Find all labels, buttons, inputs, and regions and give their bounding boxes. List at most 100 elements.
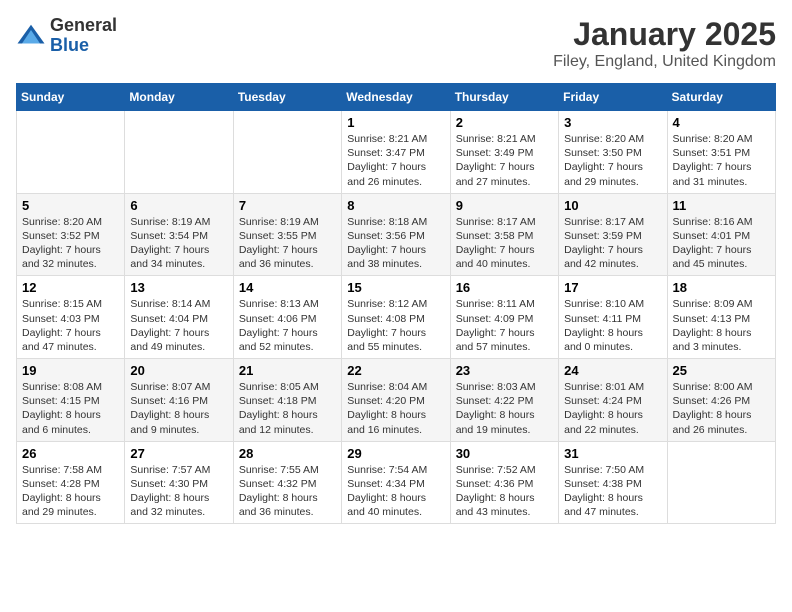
daylight-text-2: and 43 minutes.	[456, 506, 531, 518]
sunset-text: Sunset: 4:16 PM	[130, 395, 208, 407]
sunrise-text: Sunrise: 7:52 AM	[456, 464, 536, 476]
sunset-text: Sunset: 3:56 PM	[347, 230, 425, 242]
sunset-text: Sunset: 4:09 PM	[456, 313, 534, 325]
sunrise-text: Sunrise: 8:03 AM	[456, 381, 536, 393]
calendar-cell: 28Sunrise: 7:55 AMSunset: 4:32 PMDayligh…	[233, 441, 341, 524]
calendar-cell: 15Sunrise: 8:12 AMSunset: 4:08 PMDayligh…	[342, 276, 450, 359]
daylight-text-1: Daylight: 7 hours	[673, 244, 752, 256]
sunset-text: Sunset: 4:11 PM	[564, 313, 641, 325]
daylight-text-2: and 12 minutes.	[239, 424, 314, 436]
header-cell-monday: Monday	[125, 84, 233, 111]
calendar-cell: 10Sunrise: 8:17 AMSunset: 3:59 PMDayligh…	[559, 193, 667, 276]
sunset-text: Sunset: 4:24 PM	[564, 395, 642, 407]
header-cell-friday: Friday	[559, 84, 667, 111]
daylight-text-1: Daylight: 7 hours	[22, 327, 101, 339]
day-number: 14	[239, 280, 336, 295]
calendar-cell: 21Sunrise: 8:05 AMSunset: 4:18 PMDayligh…	[233, 359, 341, 442]
sunset-text: Sunset: 4:08 PM	[347, 313, 425, 325]
calendar-cell: 18Sunrise: 8:09 AMSunset: 4:13 PMDayligh…	[667, 276, 775, 359]
day-number: 25	[673, 363, 770, 378]
day-number: 28	[239, 446, 336, 461]
day-number: 18	[673, 280, 770, 295]
daylight-text-1: Daylight: 7 hours	[673, 161, 752, 173]
daylight-text-2: and 52 minutes.	[239, 341, 314, 353]
sunrise-text: Sunrise: 7:54 AM	[347, 464, 427, 476]
page-title: January 2025	[553, 16, 776, 53]
calendar-cell: 4Sunrise: 8:20 AMSunset: 3:51 PMDaylight…	[667, 111, 775, 194]
day-number: 26	[22, 446, 119, 461]
sunset-text: Sunset: 4:26 PM	[673, 395, 751, 407]
daylight-text-2: and 57 minutes.	[456, 341, 531, 353]
sunset-text: Sunset: 4:01 PM	[673, 230, 751, 242]
header-cell-tuesday: Tuesday	[233, 84, 341, 111]
sunrise-text: Sunrise: 7:58 AM	[22, 464, 102, 476]
day-number: 29	[347, 446, 444, 461]
sunset-text: Sunset: 4:36 PM	[456, 478, 534, 490]
day-number: 17	[564, 280, 661, 295]
calendar-cell	[125, 111, 233, 194]
daylight-text-2: and 0 minutes.	[564, 341, 633, 353]
week-row-2: 5Sunrise: 8:20 AMSunset: 3:52 PMDaylight…	[17, 193, 776, 276]
daylight-text-1: Daylight: 8 hours	[22, 492, 101, 504]
daylight-text-2: and 36 minutes.	[239, 506, 314, 518]
week-row-4: 19Sunrise: 8:08 AMSunset: 4:15 PMDayligh…	[17, 359, 776, 442]
daylight-text-2: and 38 minutes.	[347, 258, 422, 270]
sunset-text: Sunset: 3:51 PM	[673, 147, 751, 159]
sunset-text: Sunset: 4:20 PM	[347, 395, 425, 407]
sunrise-text: Sunrise: 8:21 AM	[347, 133, 427, 145]
day-number: 10	[564, 198, 661, 213]
daylight-text-1: Daylight: 7 hours	[347, 244, 426, 256]
page-subtitle: Filey, England, United Kingdom	[553, 53, 776, 71]
title-block: January 2025 Filey, England, United King…	[553, 16, 776, 71]
daylight-text-1: Daylight: 8 hours	[456, 492, 535, 504]
daylight-text-1: Daylight: 7 hours	[456, 244, 535, 256]
sunset-text: Sunset: 4:18 PM	[239, 395, 317, 407]
calendar-cell	[233, 111, 341, 194]
day-number: 27	[130, 446, 227, 461]
daylight-text-2: and 3 minutes.	[673, 341, 742, 353]
day-number: 11	[673, 198, 770, 213]
calendar-cell: 22Sunrise: 8:04 AMSunset: 4:20 PMDayligh…	[342, 359, 450, 442]
sunset-text: Sunset: 4:15 PM	[22, 395, 100, 407]
day-number: 21	[239, 363, 336, 378]
day-number: 1	[347, 115, 444, 130]
sunrise-text: Sunrise: 8:05 AM	[239, 381, 319, 393]
daylight-text-2: and 32 minutes.	[22, 258, 97, 270]
day-number: 7	[239, 198, 336, 213]
day-number: 30	[456, 446, 553, 461]
calendar-cell: 24Sunrise: 8:01 AMSunset: 4:24 PMDayligh…	[559, 359, 667, 442]
daylight-text-2: and 22 minutes.	[564, 424, 639, 436]
calendar-cell: 14Sunrise: 8:13 AMSunset: 4:06 PMDayligh…	[233, 276, 341, 359]
day-number: 8	[347, 198, 444, 213]
daylight-text-1: Daylight: 7 hours	[456, 327, 535, 339]
daylight-text-1: Daylight: 7 hours	[130, 244, 209, 256]
calendar-cell: 27Sunrise: 7:57 AMSunset: 4:30 PMDayligh…	[125, 441, 233, 524]
daylight-text-2: and 6 minutes.	[22, 424, 91, 436]
daylight-text-1: Daylight: 8 hours	[239, 492, 318, 504]
sunset-text: Sunset: 4:38 PM	[564, 478, 642, 490]
day-number: 20	[130, 363, 227, 378]
sunset-text: Sunset: 3:47 PM	[347, 147, 425, 159]
day-number: 16	[456, 280, 553, 295]
daylight-text-1: Daylight: 8 hours	[347, 409, 426, 421]
calendar-cell: 19Sunrise: 8:08 AMSunset: 4:15 PMDayligh…	[17, 359, 125, 442]
daylight-text-1: Daylight: 7 hours	[564, 244, 643, 256]
day-number: 23	[456, 363, 553, 378]
daylight-text-1: Daylight: 7 hours	[239, 327, 318, 339]
calendar-cell: 23Sunrise: 8:03 AMSunset: 4:22 PMDayligh…	[450, 359, 558, 442]
calendar-cell: 2Sunrise: 8:21 AMSunset: 3:49 PMDaylight…	[450, 111, 558, 194]
header-cell-thursday: Thursday	[450, 84, 558, 111]
page-header: General Blue January 2025 Filey, England…	[16, 16, 776, 71]
daylight-text-1: Daylight: 8 hours	[456, 409, 535, 421]
sunset-text: Sunset: 4:34 PM	[347, 478, 425, 490]
calendar-cell: 17Sunrise: 8:10 AMSunset: 4:11 PMDayligh…	[559, 276, 667, 359]
daylight-text-1: Daylight: 7 hours	[347, 327, 426, 339]
week-row-5: 26Sunrise: 7:58 AMSunset: 4:28 PMDayligh…	[17, 441, 776, 524]
sunset-text: Sunset: 3:54 PM	[130, 230, 208, 242]
sunrise-text: Sunrise: 8:16 AM	[673, 216, 753, 228]
sunrise-text: Sunrise: 8:14 AM	[130, 298, 210, 310]
daylight-text-1: Daylight: 7 hours	[22, 244, 101, 256]
sunrise-text: Sunrise: 8:21 AM	[456, 133, 536, 145]
day-number: 3	[564, 115, 661, 130]
sunrise-text: Sunrise: 7:55 AM	[239, 464, 319, 476]
